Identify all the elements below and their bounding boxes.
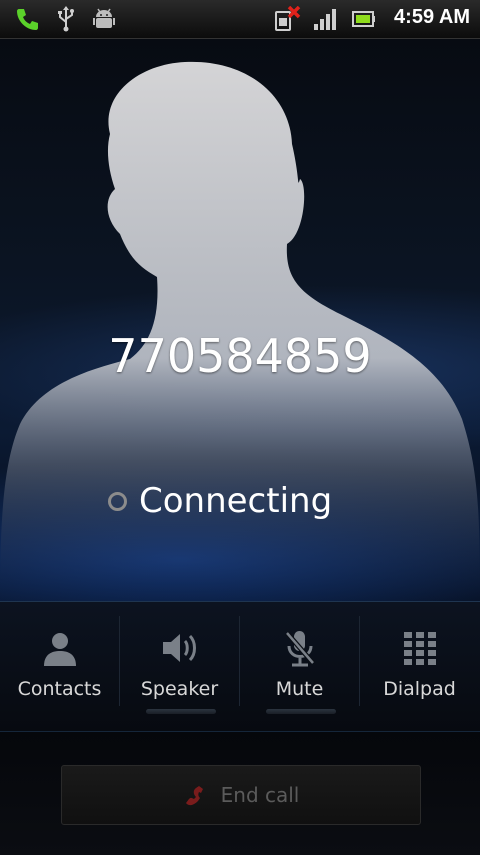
mute-icon xyxy=(284,631,315,667)
contacts-button[interactable]: Contacts xyxy=(0,616,119,718)
end-call-button[interactable]: End call xyxy=(61,765,421,825)
speaker-label: Speaker xyxy=(140,678,219,700)
signal-icon xyxy=(314,9,336,30)
dialpad-button[interactable]: Dialpad xyxy=(360,616,479,718)
speaker-toggle-indicator xyxy=(146,709,216,714)
end-call-label: End call xyxy=(220,783,300,807)
bottom-area: End call xyxy=(0,731,480,855)
call-area: 770584859 Connecting xyxy=(0,39,480,601)
dialpad-label: Dialpad xyxy=(383,678,456,700)
speaker-icon xyxy=(162,634,196,662)
end-call-icon xyxy=(185,786,203,806)
caller-number: 770584859 xyxy=(108,329,372,383)
android-debug-icon xyxy=(93,8,115,28)
mute-toggle-indicator xyxy=(266,709,336,714)
call-controls: Contacts Speaker Mute Dialpad xyxy=(0,601,480,732)
speaker-button[interactable]: Speaker xyxy=(120,616,239,718)
status-bar: 4:59 AM xyxy=(0,0,480,39)
battery-icon xyxy=(352,11,375,27)
connecting-indicator-icon xyxy=(108,491,127,511)
contacts-icon xyxy=(43,633,76,666)
mute-label: Mute xyxy=(275,678,324,700)
dialpad-icon xyxy=(403,632,436,665)
call-status: Connecting xyxy=(108,479,332,523)
call-status-text: Connecting xyxy=(139,481,333,521)
contacts-label: Contacts xyxy=(17,678,102,700)
status-time: 4:59 AM xyxy=(394,6,470,28)
mute-button[interactable]: Mute xyxy=(240,616,359,718)
phone-call-icon xyxy=(17,9,38,30)
no-sim-icon xyxy=(275,6,301,31)
usb-icon xyxy=(58,6,74,32)
